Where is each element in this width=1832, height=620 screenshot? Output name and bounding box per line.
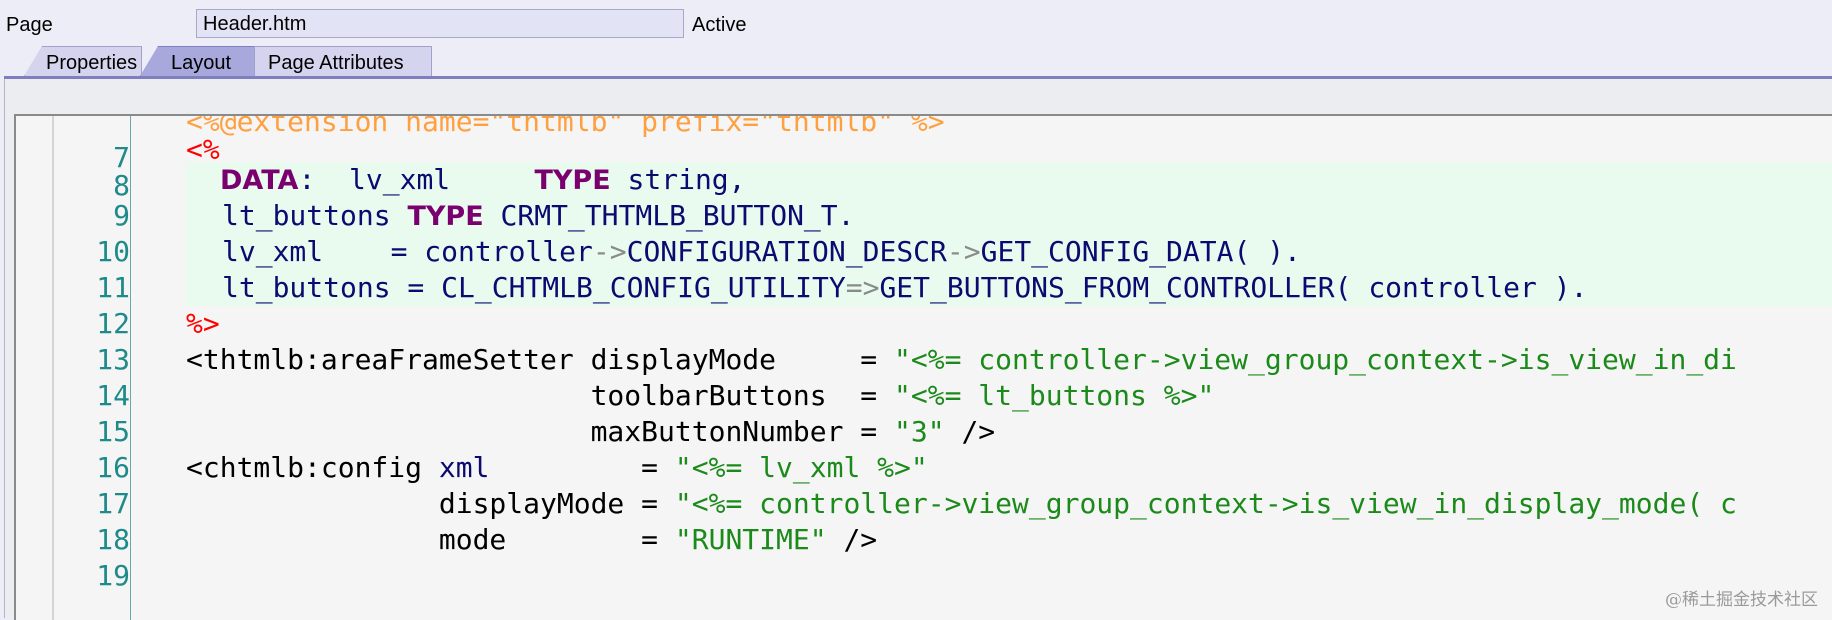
tag-text: />	[944, 415, 996, 448]
identifier: GET_CONFIG_DATA	[980, 235, 1234, 268]
page-header-row: Page Header.htm Active	[0, 0, 1832, 44]
keyword: DATA	[220, 165, 299, 196]
tag-text: displayMode =	[186, 487, 675, 520]
status-label: Active	[692, 14, 747, 36]
string-literal: "<%= lv_xml %>"	[674, 451, 928, 484]
watermark: @稀土掘金技术社区	[1665, 590, 1818, 610]
code-line: 18 displayMode = "<%= controller->view_g…	[16, 486, 1832, 556]
string-literal: "3"	[894, 415, 945, 448]
tab-page-attributes[interactable]: Page Attributes	[254, 46, 432, 76]
keyword: TYPE	[407, 201, 484, 232]
attribute-name: xml	[438, 451, 490, 484]
string-literal: "<%= lt_buttons %>"	[894, 379, 1215, 412]
code-line: 11 lv_xml = controller->CONFIGURATION_DE…	[16, 234, 1832, 304]
tag-text: maxButtonNumber =	[186, 415, 895, 448]
operator: ->	[946, 235, 981, 268]
code-line: 13 %>	[16, 306, 1832, 376]
code-text: maxButtonNumber = "3" />	[186, 414, 996, 450]
code-line: 14 <thtmlb:areaFrameSetter displayMode =…	[16, 342, 1832, 412]
identifier: lt_buttons = CL_CHTMLB_CONFIG_UTILITY	[222, 271, 846, 304]
code-line: 16 maxButtonNumber = "3" />	[16, 414, 1832, 484]
code-text: %>	[186, 307, 220, 340]
identifier: : lv_xml	[298, 163, 535, 196]
string-literal: "RUNTIME"	[674, 523, 827, 556]
tab-properties[interactable]: Properties	[24, 46, 142, 76]
tag-text: <thtmlb:areaFrameSetter displayMode =	[186, 343, 895, 376]
code-text: lv_xml = controller->CONFIGURATION_DESCR…	[222, 234, 1301, 270]
string-literal: "<%= controller->view_group_context->is_…	[894, 343, 1737, 376]
tag-text: <chtmlb:config	[186, 451, 439, 484]
code-text: <chtmlb:config xml = "<%= lv_xml %>"	[186, 450, 928, 486]
code-text: toolbarButtons = "<%= lt_buttons %>"	[186, 378, 1215, 414]
tag-text: />	[826, 523, 878, 556]
identifier: ( controller ).	[1334, 271, 1588, 304]
identifier: ( ).	[1233, 235, 1301, 268]
code-editor[interactable]: 7 <%@extension name="thtmlb" prefix="tht…	[14, 114, 1832, 620]
page-label: Page	[6, 14, 53, 36]
page-name-field[interactable]: Header.htm	[196, 9, 684, 38]
code-text: <thtmlb:areaFrameSetter displayMode = "<…	[186, 342, 1737, 378]
operator: =>	[845, 271, 880, 304]
code-line: 10 lt_buttons TYPE CRMT_THTMLB_BUTTON_T.	[16, 198, 1832, 268]
code-text: displayMode = "<%= controller->view_grou…	[186, 486, 1737, 522]
identifier: GET_BUTTONS_FROM_CONTROLLER	[879, 271, 1335, 304]
code-text: mode = "RUNTIME" />	[186, 522, 877, 558]
operator: ->	[592, 235, 627, 268]
code-line: 19 mode = "RUNTIME" />	[16, 522, 1832, 592]
tab-layout[interactable]: Layout	[140, 46, 258, 76]
identifier: CRMT_THTMLB_BUTTON_T.	[483, 199, 855, 232]
tag-text: mode =	[186, 523, 675, 556]
code-line: 9 DATA: lv_xml TYPE string,	[16, 162, 1832, 232]
code-line: 17 <chtmlb:config xml = "<%= lv_xml %>"	[16, 450, 1832, 520]
identifier: CONFIGURATION_DESCR	[626, 235, 947, 268]
tag-text: toolbarButtons =	[186, 379, 895, 412]
code-text: lt_buttons TYPE CRMT_THTMLB_BUTTON_T.	[222, 198, 855, 235]
identifier: string,	[610, 163, 746, 196]
identifier: lt_buttons	[222, 199, 408, 232]
keyword: TYPE	[534, 165, 611, 196]
code-line: 15 toolbarButtons = "<%= lt_buttons %>"	[16, 378, 1832, 448]
line-number: 19	[96, 559, 130, 592]
code-text: lt_buttons = CL_CHTMLB_CONFIG_UTILITY=>G…	[222, 270, 1587, 306]
code-line: 12 lt_buttons = CL_CHTMLB_CONFIG_UTILITY…	[16, 270, 1832, 340]
code-text: DATA: lv_xml TYPE string,	[220, 162, 746, 199]
tab-bar: Properties Layout Page Attributes	[0, 46, 1832, 77]
string-literal: "<%= controller->view_group_context->is_…	[674, 487, 1737, 520]
tag-text: =	[489, 451, 675, 484]
identifier: lv_xml = controller	[222, 235, 593, 268]
